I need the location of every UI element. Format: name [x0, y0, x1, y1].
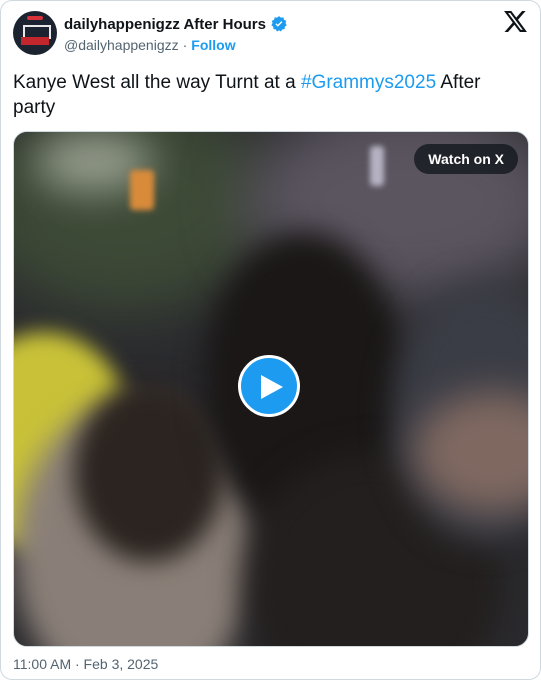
author-display-name[interactable]: dailyhappenigzz After Hours — [64, 16, 266, 33]
author-handle-row: @dailyhappenigzz · Follow — [64, 37, 236, 53]
watch-on-x-button[interactable]: Watch on X — [414, 144, 518, 174]
avatar-house-base — [21, 37, 49, 45]
tweet-timestamp[interactable]: 11:00 AM · Feb 3, 2025 — [13, 656, 158, 672]
author-name-row[interactable]: dailyhappenigzz After Hours — [64, 14, 288, 34]
verified-badge-icon — [271, 16, 287, 32]
play-button[interactable] — [238, 355, 300, 417]
crowd-figure — [74, 382, 224, 562]
avatar-logo-mark — [27, 16, 43, 20]
tweet-text: Kanye West all the way Turnt at a #Gramm… — [13, 70, 523, 120]
tweet-text-part: Kanye West all the way Turnt at a — [13, 72, 301, 93]
phone-light — [370, 146, 384, 186]
phone-light — [130, 170, 154, 210]
play-icon — [261, 375, 283, 399]
video-player[interactable]: Watch on X — [13, 131, 529, 647]
author-handle[interactable]: @dailyhappenigzz — [64, 37, 179, 53]
follow-button[interactable]: Follow — [191, 37, 235, 53]
author-avatar[interactable] — [13, 11, 57, 55]
tweet-card: dailyhappenigzz After Hours @dailyhappen… — [0, 0, 541, 680]
hashtag-link[interactable]: #Grammys2025 — [301, 72, 436, 93]
x-logo-icon[interactable] — [504, 11, 527, 32]
handle-separator: · — [182, 37, 188, 53]
